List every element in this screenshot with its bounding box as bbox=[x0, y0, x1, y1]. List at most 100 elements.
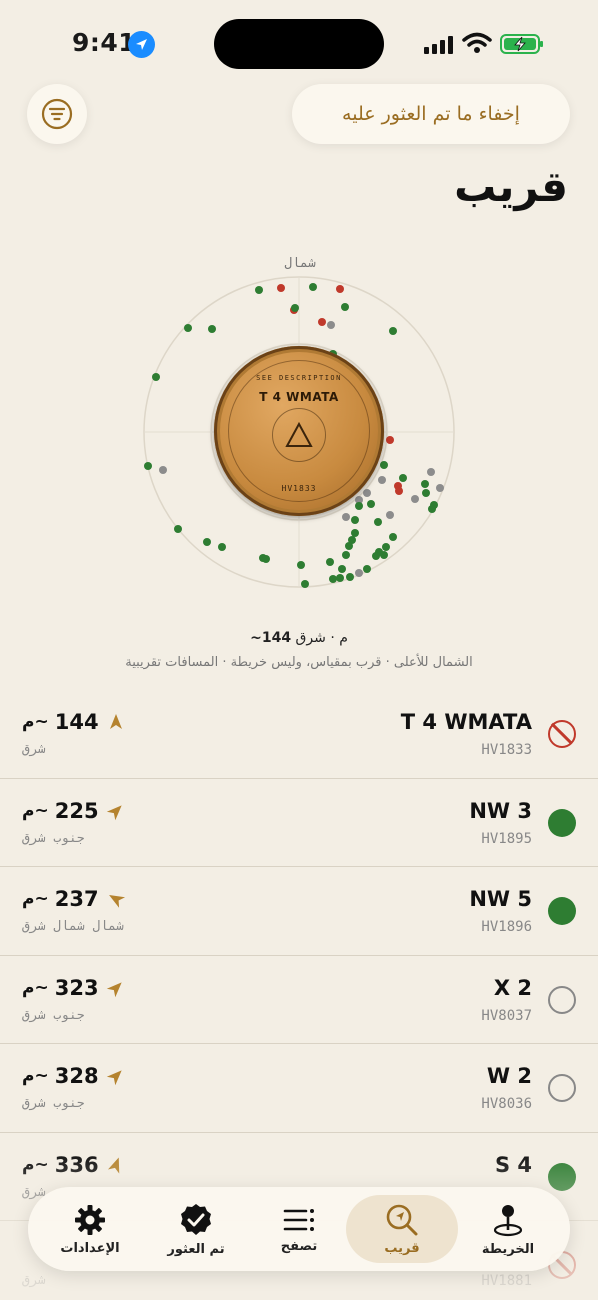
status-bar: 9:41 bbox=[0, 0, 598, 90]
tab-nearby[interactable]: قريب bbox=[346, 1195, 458, 1263]
radar-marker[interactable] bbox=[355, 569, 363, 577]
item-direction: جنوب شرق bbox=[22, 1007, 85, 1023]
item-code: HV1896 bbox=[481, 919, 532, 935]
radar-marker[interactable] bbox=[309, 283, 317, 291]
direction-arrow-icon bbox=[106, 804, 122, 820]
direction-arrow-icon bbox=[106, 981, 122, 997]
item-distance-value: 328 bbox=[54, 1064, 99, 1088]
gear-icon bbox=[75, 1204, 105, 1235]
tab-settings[interactable]: الإعدادات bbox=[34, 1195, 146, 1263]
radar-marker[interactable] bbox=[184, 324, 192, 332]
item-unit: م~ bbox=[22, 889, 49, 909]
item-code: HV1895 bbox=[481, 830, 532, 847]
radar-marker[interactable] bbox=[372, 552, 380, 560]
radar-marker[interactable] bbox=[329, 575, 337, 583]
item-name: NW 5 bbox=[469, 887, 532, 911]
radar-marker[interactable] bbox=[301, 580, 309, 588]
found-status-icon bbox=[548, 1162, 576, 1191]
radar-marker[interactable] bbox=[342, 551, 350, 559]
list-item[interactable]: T 4 WMATA HV1833 م~ 144 شرق bbox=[0, 690, 598, 779]
radar-marker[interactable] bbox=[389, 327, 397, 335]
radar-readout: ~144 م · شرق bbox=[250, 630, 348, 646]
hide-found-button[interactable]: إخفاء ما تم العثور عليه bbox=[292, 84, 570, 144]
radar-marker[interactable] bbox=[144, 462, 152, 470]
coin-code: HV1833 bbox=[281, 484, 317, 493]
item-direction: شمال شمال شرق bbox=[22, 919, 124, 934]
radar-marker[interactable] bbox=[380, 551, 388, 559]
readout-distance: ~144 bbox=[250, 630, 292, 646]
item-name: T 4 WMATA bbox=[400, 710, 532, 734]
radar-marker[interactable] bbox=[152, 373, 160, 381]
tab-browse[interactable]: تصفح bbox=[243, 1195, 355, 1263]
radar-marker[interactable] bbox=[378, 476, 386, 484]
item-unit: م~ bbox=[22, 800, 49, 821]
item-name: NW 3 bbox=[469, 798, 532, 823]
item-distance-value: 323 bbox=[54, 975, 99, 1000]
radar-marker[interactable] bbox=[382, 543, 390, 551]
radar-marker[interactable] bbox=[218, 543, 226, 551]
item-unit: م~ bbox=[22, 977, 49, 998]
radar-marker[interactable] bbox=[363, 565, 371, 573]
tab-found[interactable]: تم العثور bbox=[140, 1195, 252, 1263]
radar-marker[interactable] bbox=[336, 285, 344, 293]
radar-marker[interactable] bbox=[428, 505, 436, 513]
item-distance: م~ 336 bbox=[22, 1153, 125, 1177]
radar-marker[interactable] bbox=[427, 468, 435, 476]
radar-marker[interactable] bbox=[389, 533, 397, 541]
list-item[interactable]: W 2 HV8036 م~ 328 جنوب شرق bbox=[0, 1044, 598, 1133]
radar-marker[interactable] bbox=[436, 484, 444, 492]
radar-marker[interactable] bbox=[386, 511, 394, 519]
radar-marker[interactable] bbox=[318, 318, 326, 326]
list-item[interactable]: NW 5 HV1896 م~ 237 شمال شمال شرق bbox=[0, 867, 598, 956]
triangle-icon bbox=[272, 408, 326, 462]
page-title: قريب bbox=[454, 162, 568, 211]
tab-bar: الإعدادات تم العثور تصفح قريب الخريطة bbox=[28, 1187, 570, 1271]
radar-marker[interactable] bbox=[411, 495, 419, 503]
radar-marker[interactable] bbox=[203, 538, 211, 546]
radar-marker[interactable] bbox=[327, 321, 335, 329]
radar-marker[interactable] bbox=[174, 525, 182, 533]
radar-marker[interactable] bbox=[395, 487, 403, 495]
radar-marker[interactable] bbox=[262, 555, 270, 563]
tab-label: الإعدادات bbox=[60, 1240, 120, 1256]
selected-benchmark-disk[interactable]: SEE DESCRIPTION T 4 WMATA HV1833 bbox=[214, 346, 384, 516]
radar-marker[interactable] bbox=[277, 284, 285, 292]
radar-marker[interactable] bbox=[399, 474, 407, 482]
radar-marker[interactable] bbox=[255, 286, 263, 294]
radar-marker[interactable] bbox=[351, 529, 359, 537]
radar-marker[interactable] bbox=[374, 518, 382, 526]
item-code: HV1881 bbox=[481, 1273, 532, 1289]
radar-marker[interactable] bbox=[159, 466, 167, 474]
radar-marker[interactable] bbox=[367, 500, 375, 508]
radar-marker[interactable] bbox=[386, 436, 394, 444]
list-item[interactable]: NW 3 HV1895 م~ 225 جنوب شرق bbox=[0, 779, 598, 867]
radar-marker[interactable] bbox=[355, 502, 363, 510]
radar-marker[interactable] bbox=[346, 573, 354, 581]
item-direction: شرق bbox=[22, 1273, 46, 1288]
radar-marker[interactable] bbox=[351, 516, 359, 524]
radar-marker[interactable] bbox=[341, 303, 349, 311]
radar-marker[interactable] bbox=[338, 565, 346, 573]
radar-marker[interactable] bbox=[422, 489, 430, 497]
tab-map[interactable]: الخريطة bbox=[452, 1195, 564, 1263]
location-arrow-icon bbox=[128, 31, 155, 58]
radar-note: الشمال للأعلى · قرب بمقياس، وليس خريطة ·… bbox=[125, 655, 473, 670]
radar-marker[interactable] bbox=[297, 561, 305, 569]
filter-button[interactable] bbox=[27, 84, 87, 144]
radar-marker[interactable] bbox=[380, 461, 388, 469]
item-code: HV8037 bbox=[481, 1007, 532, 1024]
radar-marker[interactable] bbox=[342, 513, 350, 521]
radar-marker[interactable] bbox=[208, 325, 216, 333]
radar-marker[interactable] bbox=[345, 542, 353, 550]
radar-marker[interactable] bbox=[291, 304, 299, 312]
radar-marker[interactable] bbox=[326, 558, 334, 566]
dynamic-island bbox=[214, 19, 384, 69]
radar-marker[interactable] bbox=[336, 574, 344, 582]
radar-marker[interactable] bbox=[421, 480, 429, 488]
list-icon bbox=[283, 1208, 314, 1231]
tab-label: تصفح bbox=[280, 1238, 318, 1254]
list-item[interactable]: X 2 HV8037 م~ 323 جنوب شرق bbox=[0, 956, 598, 1044]
item-code: HV1833 bbox=[481, 742, 532, 758]
item-direction: شرق bbox=[22, 742, 46, 757]
filter-icon bbox=[41, 98, 73, 130]
